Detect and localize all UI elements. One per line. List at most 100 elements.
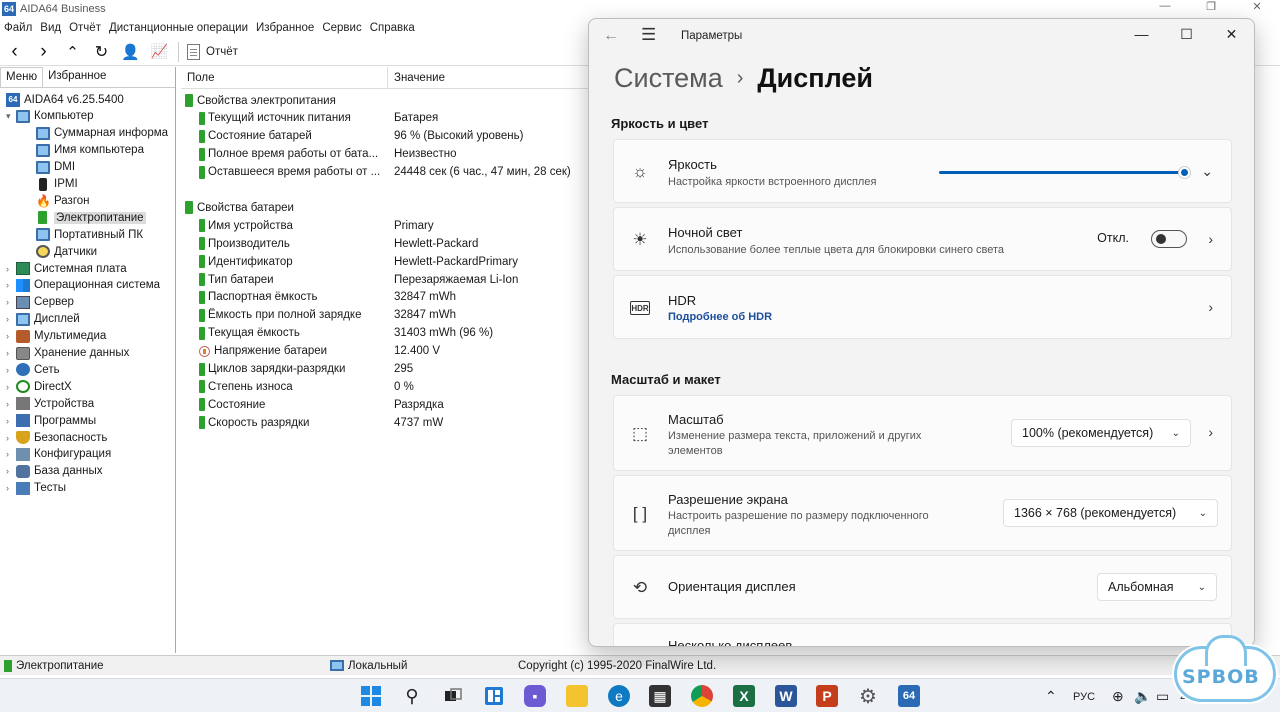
night-light-card[interactable]: ☀ Ночной свет Использование более теплые… <box>613 207 1232 271</box>
menu-remote[interactable]: Дистанционные операции <box>105 22 252 34</box>
brightness-slider-thumb[interactable] <box>1178 166 1191 179</box>
tree-item[interactable]: Имя компьютера <box>36 142 144 159</box>
hamburger-menu-icon[interactable]: ☰ <box>641 25 656 45</box>
widgets-icon[interactable] <box>483 685 505 707</box>
close-icon[interactable]: ✕ <box>1209 19 1254 49</box>
tree-item[interactable]: › Устройства <box>6 395 94 412</box>
tree-item[interactable]: › Программы <box>6 412 96 429</box>
restore-icon[interactable]: ❐ <box>1188 0 1234 13</box>
chevron-down-icon[interactable]: ▾ <box>6 111 16 122</box>
chevron-right-icon[interactable]: › <box>6 331 16 341</box>
tree-item[interactable]: › Тесты <box>6 480 66 497</box>
chevron-right-icon[interactable]: › <box>6 433 16 443</box>
search-icon[interactable]: ⚲ <box>401 685 423 707</box>
column-header-value[interactable]: Значение <box>388 67 451 88</box>
menu-help[interactable]: Справка <box>366 22 419 34</box>
battery-icon[interactable]: ▭ <box>1156 688 1169 705</box>
chevron-right-icon[interactable]: › <box>6 264 16 274</box>
table-row[interactable]: Состояние Разрядка <box>199 396 599 413</box>
tray-caret-icon[interactable]: ⌃ <box>1045 688 1057 705</box>
chevron-right-icon[interactable]: › <box>6 416 16 426</box>
chart-icon[interactable]: 📈 <box>145 39 174 65</box>
tree-item[interactable]: › Операционная система <box>6 277 160 294</box>
chevron-right-icon[interactable]: › <box>6 348 16 358</box>
table-row[interactable]: Текущий источник питания Батарея <box>199 110 599 127</box>
report-button[interactable]: Отчёт <box>183 43 238 60</box>
tab-menu[interactable]: Меню <box>0 67 44 87</box>
chevron-right-icon[interactable]: › <box>6 382 16 392</box>
tree-item[interactable]: › Сервер <box>6 294 74 311</box>
resolution-dropdown[interactable]: 1366 × 768 (рекомендуется) ⌄ <box>1003 499 1218 527</box>
volume-icon[interactable]: 🔈 <box>1134 688 1151 705</box>
tree-item[interactable]: › Системная плата <box>6 260 127 277</box>
menu-report[interactable]: Отчёт <box>65 22 105 34</box>
brightness-slider-track[interactable] <box>939 171 1184 174</box>
tree-item[interactable]: IPMI <box>36 176 78 193</box>
scale-dropdown[interactable]: 100% (рекомендуется) ⌄ <box>1011 419 1191 447</box>
tree-item[interactable]: Электропитание <box>36 209 146 226</box>
multiple-displays-card[interactable]: ▭ Несколько дисплеев <box>613 623 1232 646</box>
tree-item[interactable]: Суммарная информа <box>36 125 168 142</box>
tree-item[interactable]: › Безопасность <box>6 429 107 446</box>
column-header-field[interactable]: Поле <box>181 67 388 88</box>
table-row[interactable]: Производитель Hewlett-Packard <box>199 235 599 252</box>
orientation-dropdown[interactable]: Альбомная ⌄ <box>1097 573 1217 601</box>
tree-item[interactable]: 🔥 Разгон <box>36 192 90 209</box>
close-icon[interactable]: ✕ <box>1234 0 1280 13</box>
file-explorer-icon[interactable] <box>566 685 588 707</box>
word-icon[interactable]: W <box>775 685 797 707</box>
table-row[interactable]: Имя устройства Primary <box>199 217 599 234</box>
chevron-right-icon[interactable]: › <box>6 365 16 375</box>
chevron-right-icon[interactable]: › <box>6 280 16 290</box>
chevron-right-icon[interactable]: › <box>1208 231 1213 247</box>
up-icon[interactable]: ⌃ <box>58 39 87 65</box>
excel-icon[interactable]: X <box>733 685 755 707</box>
table-row[interactable]: Циклов зарядки-разрядки 295 <box>199 361 599 378</box>
tree-item[interactable]: › DirectX <box>6 378 72 395</box>
chevron-right-icon[interactable]: › <box>1208 299 1213 315</box>
hdr-card[interactable]: HDR HDR Подробнее об HDR › <box>613 275 1232 339</box>
tree-item[interactable]: › База данных <box>6 463 103 480</box>
table-row[interactable]: Скорость разрядки 4737 mW <box>199 414 599 431</box>
table-row[interactable]: Оставшееся время работы от ... 24448 сек … <box>199 164 599 181</box>
tree-item[interactable]: Датчики <box>36 243 97 260</box>
chevron-down-icon[interactable]: ⌄ <box>1201 163 1213 180</box>
language-indicator[interactable]: РУС <box>1073 691 1095 703</box>
settings-gear-icon[interactable]: ⚙ <box>857 685 879 708</box>
table-row[interactable]: Степень износа 0 % <box>199 378 599 395</box>
store-icon[interactable]: ▦ <box>649 685 671 707</box>
table-row[interactable]: Полное время работы от бата... Неизвестно <box>199 146 599 163</box>
chevron-right-icon[interactable]: › <box>6 483 16 493</box>
maximize-icon[interactable]: ☐ <box>1164 19 1209 49</box>
back-arrow-icon[interactable]: ← <box>603 27 619 45</box>
teams-chat-icon[interactable]: ▪ <box>524 685 546 707</box>
back-icon[interactable]: ‹ <box>0 39 29 65</box>
tree-item[interactable]: › Дисплей <box>6 311 80 328</box>
user-icon[interactable]: 👤 <box>116 39 145 65</box>
table-row[interactable]: Тип батареи Перезаряжаемая Li-Ion <box>199 271 599 288</box>
tree-item[interactable]: › Хранение данных <box>6 345 129 362</box>
minimize-icon[interactable]: — <box>1119 19 1164 49</box>
table-row[interactable]: Состояние батарей 96 % (Высокий уровень) <box>199 128 599 145</box>
refresh-icon[interactable]: ↻ <box>87 39 116 65</box>
chevron-right-icon[interactable]: › <box>6 449 16 459</box>
tree-item[interactable]: DMI <box>36 159 75 176</box>
tree-item[interactable]: › Мультимедиа <box>6 328 106 345</box>
table-row[interactable]: Напряжение батареи 12.400 V <box>199 343 599 360</box>
tab-favorites[interactable]: Избранное <box>43 67 111 87</box>
chevron-right-icon[interactable]: › <box>1208 424 1213 440</box>
aida64-icon[interactable]: 64 <box>898 685 920 707</box>
chrome-icon[interactable] <box>691 685 713 707</box>
tree-item[interactable]: › Конфигурация <box>6 446 111 463</box>
powerpoint-icon[interactable]: P <box>816 685 838 707</box>
tree-item[interactable]: › Сеть <box>6 361 60 378</box>
menu-favorites[interactable]: Избранное <box>252 22 318 34</box>
tree-item[interactable]: ▾ Компьютер <box>6 108 94 125</box>
tree-item[interactable]: Портативный ПК <box>36 226 143 243</box>
breadcrumb-system[interactable]: Система <box>614 63 723 94</box>
menu-service[interactable]: Сервис <box>318 22 365 34</box>
chevron-right-icon[interactable]: › <box>6 466 16 476</box>
category-row[interactable]: Свойства электропитания <box>185 92 585 109</box>
task-view-icon[interactable] <box>442 685 464 707</box>
table-row[interactable]: Паспортная ёмкость 32847 mWh <box>199 289 599 306</box>
